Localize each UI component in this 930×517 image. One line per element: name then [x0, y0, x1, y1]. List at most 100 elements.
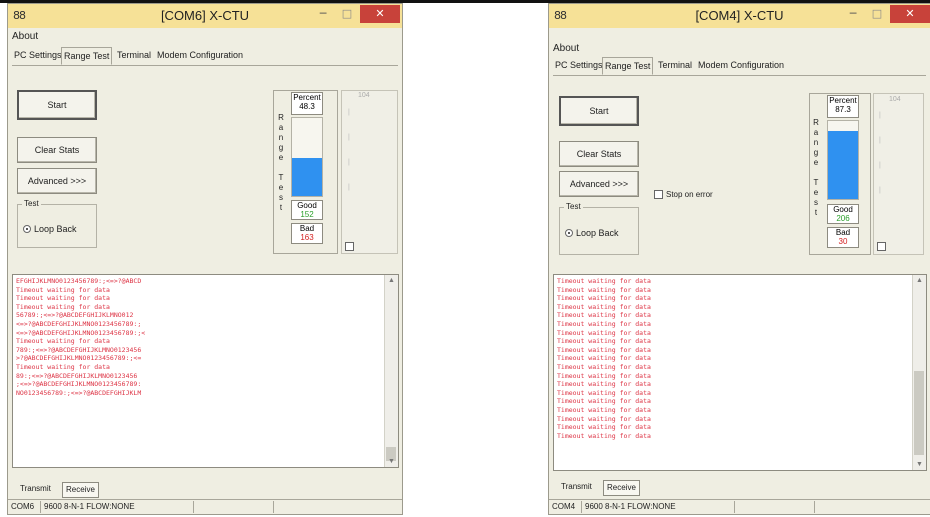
advanced-button[interactable]: Advanced >>>: [559, 171, 639, 197]
tab-strip: PC Settings Range Test Terminal Modem Co…: [553, 57, 926, 76]
percent-value: 87.3: [835, 105, 851, 114]
terminal-line: Timeout waiting for data: [557, 354, 651, 363]
terminal-line: <=>?@ABCDEFGHIJKLMNO0123456789:;: [16, 319, 142, 328]
title-bar[interactable]: 88 [COM6] X-CTU ─ □ ✕: [8, 4, 402, 28]
close-icon[interactable]: ✕: [890, 5, 930, 23]
close-icon[interactable]: ✕: [360, 5, 400, 23]
terminal-line: Timeout waiting for data: [16, 337, 110, 346]
tab-modem-configuration[interactable]: Modem Configuration: [155, 50, 245, 60]
terminal-line: 789:;<=>?@ABCDEFGHIJKLMNO0123456: [16, 345, 142, 354]
tab-modem-configuration[interactable]: Modem Configuration: [696, 60, 786, 70]
status-port: COM6: [11, 502, 35, 511]
terminal-line: Timeout waiting for data: [557, 380, 651, 389]
receive-terminal[interactable]: Timeout waiting for data Timeout waiting …: [553, 274, 927, 471]
good-box: Good 206: [827, 204, 859, 224]
rssi-ruler-mark: |: [348, 134, 350, 141]
rssi-ruler-mark: |: [879, 137, 881, 144]
terminal-line: Timeout waiting for data: [557, 285, 651, 294]
terminal-line: Timeout waiting for data: [557, 294, 651, 303]
tab-transmit[interactable]: Transmit: [561, 482, 592, 491]
advanced-button[interactable]: Advanced >>>: [17, 168, 97, 194]
tab-range-test[interactable]: Range Test: [602, 57, 654, 75]
terminal-line: Timeout waiting for data: [557, 328, 651, 337]
loop-back-radio[interactable]: [565, 229, 573, 237]
start-button[interactable]: Start: [559, 96, 639, 126]
terminal-line: 56789:;<=>?@ABCDEFGHIJKLMNO012: [16, 311, 134, 320]
scroll-down-icon[interactable]: ▼: [385, 458, 398, 465]
status-bar: COM6 9600 8-N-1 FLOW:NONE: [8, 499, 402, 514]
scroll-thumb[interactable]: [914, 371, 924, 455]
bad-label: Bad: [299, 224, 315, 233]
xctu-window-com6: 88 [COM6] X-CTU ─ □ ✕ About PC Settings …: [7, 3, 403, 515]
tab-terminal[interactable]: Terminal: [115, 50, 153, 60]
loop-back-label: Loop Back: [34, 224, 77, 234]
percent-bar: [827, 120, 859, 200]
tab-pc-settings[interactable]: PC Settings: [553, 60, 605, 70]
title-bar[interactable]: 88 [COM4] X-CTU ─ □ ✕: [549, 4, 930, 28]
percent-label: Percent: [829, 96, 857, 105]
rssi-checkbox[interactable]: [877, 242, 886, 251]
terminal-line: <=>?@ABCDEFGHIJKLMNO0123456789:;<: [16, 328, 146, 337]
percent-label: Percent: [293, 93, 321, 102]
good-label: Good: [833, 205, 853, 214]
clear-stats-button[interactable]: Clear Stats: [559, 141, 639, 167]
percent-bar: [291, 117, 323, 197]
scroll-up-icon[interactable]: ▲: [913, 277, 926, 284]
scroll-down-icon[interactable]: ▼: [913, 461, 926, 468]
clear-stats-button[interactable]: Clear Stats: [17, 137, 97, 163]
menu-about[interactable]: About: [553, 43, 579, 54]
scroll-up-icon[interactable]: ▲: [385, 277, 398, 284]
status-divider: [40, 501, 41, 513]
terminal-line: Timeout waiting for data: [557, 337, 651, 346]
bad-value: 163: [300, 233, 314, 242]
status-bar: COM4 9600 8-N-1 FLOW:NONE: [549, 499, 930, 514]
test-groupbox: Test Loop Back: [559, 202, 639, 255]
bad-box: Bad 30: [827, 227, 859, 248]
status-divider: [814, 501, 815, 513]
terminal-line: Timeout waiting for data: [557, 388, 651, 397]
terminal-line: Timeout waiting for data: [16, 294, 110, 303]
status-divider: [734, 501, 735, 513]
tab-receive[interactable]: Receive: [603, 480, 640, 496]
good-box: Good 152: [291, 200, 323, 220]
rssi-checkbox[interactable]: [345, 242, 354, 251]
status-port: COM4: [552, 502, 576, 511]
terminal-line: Timeout waiting for data: [557, 362, 651, 371]
terminal-line: Timeout waiting for data: [557, 423, 651, 432]
bad-label: Bad: [835, 228, 851, 237]
terminal-line: EFGHIJKLMNO0123456789:;<=>?@ABCD: [16, 277, 142, 285]
receive-terminal[interactable]: EFGHIJKLMNO0123456789:;<=>?@ABCD Timeout …: [12, 274, 399, 468]
maximize-icon[interactable]: □: [866, 5, 888, 23]
terminal-line: NO0123456789:;<=>?@ABCDEFGHIJKLM: [16, 388, 142, 397]
terminal-lines: Timeout waiting for data Timeout waiting …: [557, 277, 912, 440]
stop-on-error-label: Stop on error: [666, 190, 713, 199]
terminal-line: ;<=>?@ABCDEFGHIJKLMNO0123456789:: [16, 380, 142, 389]
rssi-ruler-mark: |: [348, 109, 350, 116]
status-settings: 9600 8-N-1 FLOW:NONE: [585, 502, 676, 511]
maximize-icon[interactable]: □: [336, 5, 358, 23]
bad-value: 30: [838, 237, 848, 246]
good-label: Good: [297, 201, 317, 210]
tab-terminal[interactable]: Terminal: [656, 60, 694, 70]
minimize-icon[interactable]: ─: [312, 5, 334, 23]
terminal-line: Timeout waiting for data: [557, 319, 651, 328]
terminal-line: Timeout waiting for data: [16, 302, 110, 311]
terminal-line: Timeout waiting for data: [557, 371, 651, 380]
terminal-line: Timeout waiting for data: [557, 302, 651, 311]
tab-pc-settings[interactable]: PC Settings: [12, 50, 64, 60]
tab-receive[interactable]: Receive: [62, 482, 99, 498]
terminal-lines: EFGHIJKLMNO0123456789:;<=>?@ABCD Timeout …: [16, 277, 384, 397]
test-group-title: Test: [564, 202, 583, 211]
terminal-line: 89:;<=>?@ABCDEFGHIJKLMNO0123456: [16, 371, 138, 380]
loop-back-radio[interactable]: [23, 225, 31, 233]
menu-about[interactable]: About: [12, 31, 38, 42]
tab-range-test[interactable]: Range Test: [61, 47, 113, 65]
terminal-scrollbar[interactable]: ▲ ▼: [912, 275, 926, 470]
test-groupbox: Test Loop Back: [17, 199, 97, 248]
terminal-scrollbar[interactable]: ▲ ▼: [384, 275, 398, 467]
minimize-icon[interactable]: ─: [842, 5, 864, 23]
stop-on-error-checkbox[interactable]: [654, 190, 663, 199]
tab-transmit[interactable]: Transmit: [20, 484, 51, 493]
start-button[interactable]: Start: [17, 90, 97, 120]
range-test-letter: t: [279, 203, 283, 212]
